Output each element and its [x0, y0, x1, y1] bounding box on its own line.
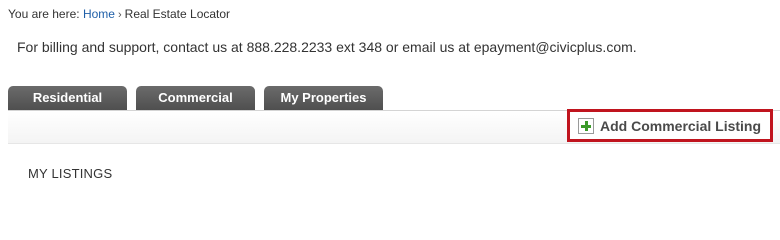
- tab-commercial[interactable]: Commercial: [136, 86, 255, 110]
- plus-icon: [578, 117, 594, 134]
- breadcrumb-current: Real Estate Locator: [124, 7, 231, 21]
- support-contact-text: For billing and support, contact us at 8…: [17, 39, 637, 55]
- tab-my-properties[interactable]: My Properties: [264, 86, 383, 110]
- tab-residential[interactable]: Residential: [8, 86, 127, 110]
- add-commercial-listing-button[interactable]: Add Commercial Listing: [567, 109, 773, 142]
- breadcrumb-separator: ›: [117, 9, 122, 21]
- add-commercial-listing-label: Add Commercial Listing: [600, 117, 762, 134]
- section-title-my-listings: MY LISTINGS: [28, 166, 113, 181]
- page: You are here: Home › Real Estate Locator F…: [0, 0, 780, 201]
- breadcrumb-home-link[interactable]: Home: [83, 7, 115, 21]
- listing-tabs: Residential Commercial My Properties: [8, 86, 383, 110]
- breadcrumb: You are here: Home › Real Estate Locator: [8, 7, 230, 21]
- breadcrumb-prefix: You are here:: [8, 7, 80, 21]
